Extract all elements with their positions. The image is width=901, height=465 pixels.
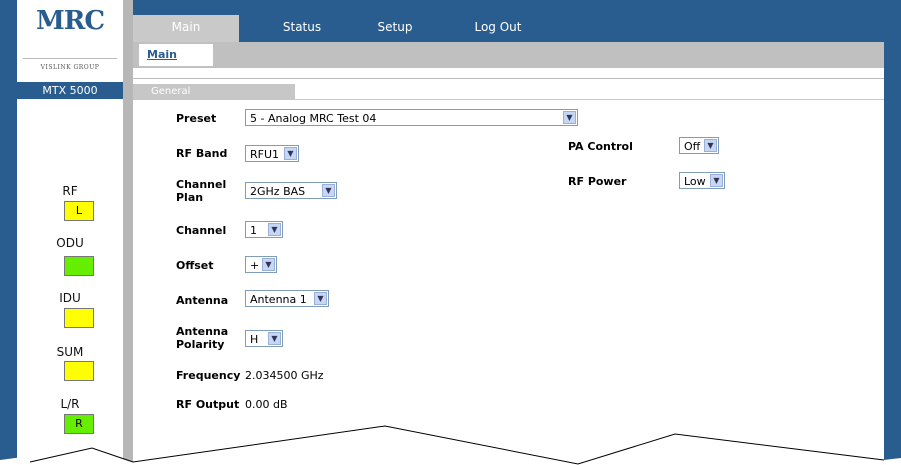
preset-label: Preset [176,112,217,125]
indicator-idu-label: IDU [59,291,81,305]
chevron-down-icon: ▼ [262,258,275,271]
rf-power-value: Low [684,175,706,188]
right-frame [884,0,901,465]
rf-power-select[interactable]: Low ▼ [679,172,725,189]
rf-power-label: RF Power [568,175,627,188]
rf-band-value: RFU1 [250,148,280,161]
section-title: General [133,84,295,100]
antenna-polarity-label-line2: Polarity [176,338,225,351]
antenna-select[interactable]: Antenna 1 ▼ [245,290,329,307]
tab-main[interactable]: Main [133,15,239,42]
tab-log-out[interactable]: Log Out [458,15,538,42]
left-frame [0,0,17,465]
subtab-main[interactable]: Main [139,44,213,66]
indicator-odu-label: ODU [56,236,84,250]
chevron-down-icon: ▼ [563,111,576,124]
antenna-polarity-value: H [250,333,259,346]
antenna-label: Antenna [176,294,229,307]
indicator-odu-box [64,256,94,276]
channel-plan-label: Channel Plan [176,178,226,204]
logo-subtitle: VISLINK GROUP [40,64,100,71]
chevron-down-icon: ▼ [710,174,723,187]
indicator-rf-box: L [64,201,94,221]
indicator-idu-box [64,308,94,328]
pa-control-select[interactable]: Off ▼ [679,137,719,154]
rf-output-value: 0.00 dB [245,398,288,411]
offset-value: + [250,259,260,272]
chevron-down-icon: ▼ [704,139,717,152]
indicator-sum-label: SUM [56,345,84,359]
channel-plan-label-line2: Plan [176,191,204,204]
indicator-lr-label: L/R [60,397,80,411]
channel-plan-value: 2GHz BAS [250,185,306,198]
rf-output-label: RF Output [176,398,240,411]
chevron-down-icon: ▼ [322,184,335,197]
sidebar-divider [123,0,133,465]
logo: MRC VISLINK GROUP [17,0,123,78]
frequency-label: Frequency [176,369,241,382]
offset-select[interactable]: + ▼ [245,256,277,273]
channel-plan-select[interactable]: 2GHz BAS ▼ [245,182,337,199]
header-strip [133,0,884,15]
logo-divider [23,58,117,59]
antenna-polarity-label: Antenna Polarity [176,325,228,351]
tab-status[interactable]: Status [262,15,342,42]
indicator-rf-label: RF [62,184,78,198]
chevron-down-icon: ▼ [268,332,281,345]
antenna-value: Antenna 1 [250,293,307,306]
frequency-value: 2.034500 GHz [245,369,324,382]
indicator-sum-box [64,361,94,381]
preset-select[interactable]: 5 - Analog MRC Test 04 ▼ [245,109,578,126]
chevron-down-icon: ▼ [268,223,281,236]
channel-select[interactable]: 1 ▼ [245,221,283,238]
pa-control-label: PA Control [568,140,633,153]
channel-plan-label-line1: Channel [176,178,227,191]
tab-setup[interactable]: Setup [360,15,430,42]
section-divider [295,99,884,100]
channel-value: 1 [250,224,257,237]
offset-label: Offset [176,259,214,272]
chevron-down-icon: ▼ [314,292,327,305]
channel-label: Channel [176,224,227,237]
pa-control-value: Off [684,140,701,153]
antenna-polarity-label-line1: Antenna [176,325,229,338]
torn-edge-divider [0,425,901,465]
antenna-polarity-select[interactable]: H ▼ [245,330,283,347]
model-label: MTX 5000 [17,82,123,99]
sub-nav [133,42,884,68]
rf-band-label: RF Band [176,147,228,160]
rf-band-select[interactable]: RFU1 ▼ [245,145,299,162]
preset-value: 5 - Analog MRC Test 04 [250,112,377,125]
logo-text: MRC [35,6,105,36]
chevron-down-icon: ▼ [284,147,297,160]
